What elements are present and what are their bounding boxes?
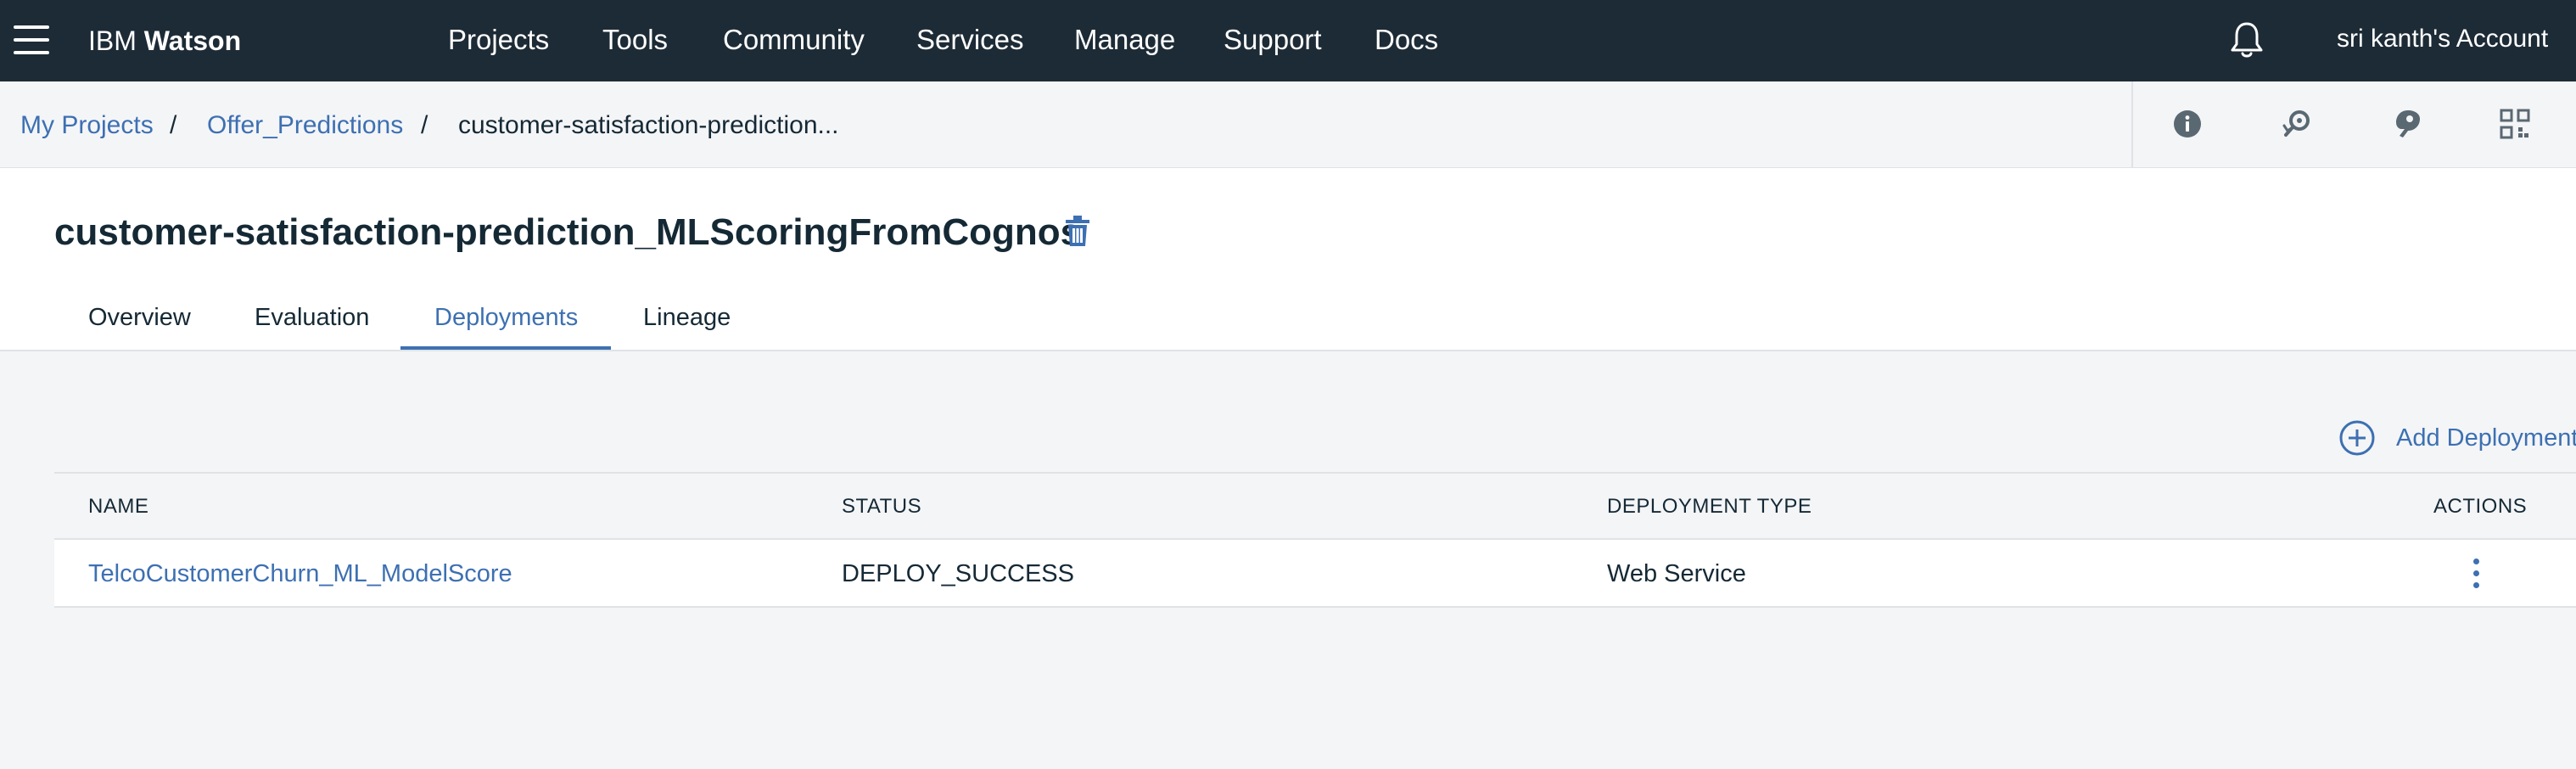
tab-overview[interactable]: Overview: [88, 300, 191, 334]
add-circle-icon: [2339, 420, 2375, 456]
page-title: customer-satisfaction-prediction_MLScori…: [54, 211, 1082, 253]
breadcrumb-separator: /: [421, 111, 428, 139]
active-tab-indicator: [400, 346, 611, 350]
model-header: customer-satisfaction-prediction_MLScori…: [0, 168, 2576, 351]
grid-layout-icon[interactable]: [2498, 107, 2532, 141]
brand-logo[interactable]: IBM Watson: [88, 24, 241, 58]
tab-deployments[interactable]: Deployments: [434, 300, 578, 334]
breadcrumb-my-projects[interactable]: My Projects: [20, 109, 154, 143]
palette-icon[interactable]: [2389, 107, 2423, 141]
nav-services[interactable]: Services: [916, 22, 1024, 58]
info-icon[interactable]: [2170, 107, 2204, 141]
breadcrumb: My Projects / Offer_Predictions / custom…: [0, 81, 2576, 168]
hamburger-menu-icon[interactable]: [14, 25, 49, 54]
table-header: NAME STATUS DEPLOYMENT TYPE ACTIONS: [54, 472, 2576, 540]
brand-prefix: IBM: [88, 25, 137, 56]
notification-bell-icon[interactable]: [2228, 20, 2265, 59]
deployment-name-link[interactable]: TelcoCustomerChurn_ML_ModelScore: [88, 557, 512, 591]
brand-name: Watson: [143, 25, 242, 56]
overflow-menu-icon[interactable]: [2467, 555, 2484, 592]
deployment-type: Web Service: [1607, 560, 1746, 587]
nav-support[interactable]: Support: [1224, 22, 1322, 58]
find-data-icon[interactable]: [2281, 107, 2315, 141]
breadcrumb-offer-predictions[interactable]: Offer_Predictions: [207, 109, 403, 143]
column-header-actions: ACTIONS: [2433, 495, 2528, 518]
toolbar-divider: [2131, 81, 2133, 168]
column-header-name[interactable]: NAME: [88, 492, 148, 521]
top-navigation-bar: IBM Watson Projects Tools Community Serv…: [0, 0, 2576, 81]
add-deployment-label: Add Deployment: [2396, 424, 2576, 452]
breadcrumb-separator: /: [170, 111, 177, 139]
column-header-deployment-type[interactable]: DEPLOYMENT TYPE: [1607, 492, 1812, 521]
nav-projects[interactable]: Projects: [448, 22, 549, 58]
trash-icon[interactable]: [1064, 216, 1091, 248]
tab-evaluation[interactable]: Evaluation: [255, 300, 369, 334]
account-menu[interactable]: sri kanth's Account: [2337, 22, 2548, 56]
breadcrumb-current-model: customer-satisfaction-prediction...: [458, 111, 839, 139]
tab-lineage[interactable]: Lineage: [643, 300, 731, 334]
nav-manage[interactable]: Manage: [1074, 22, 1175, 58]
table-row: TelcoCustomerChurn_ML_ModelScore DEPLOY_…: [54, 540, 2576, 608]
deployment-status: DEPLOY_SUCCESS: [842, 560, 1074, 587]
column-header-status[interactable]: STATUS: [842, 492, 921, 521]
nav-docs[interactable]: Docs: [1375, 22, 1438, 58]
nav-tools[interactable]: Tools: [602, 22, 668, 58]
nav-community[interactable]: Community: [723, 22, 865, 58]
